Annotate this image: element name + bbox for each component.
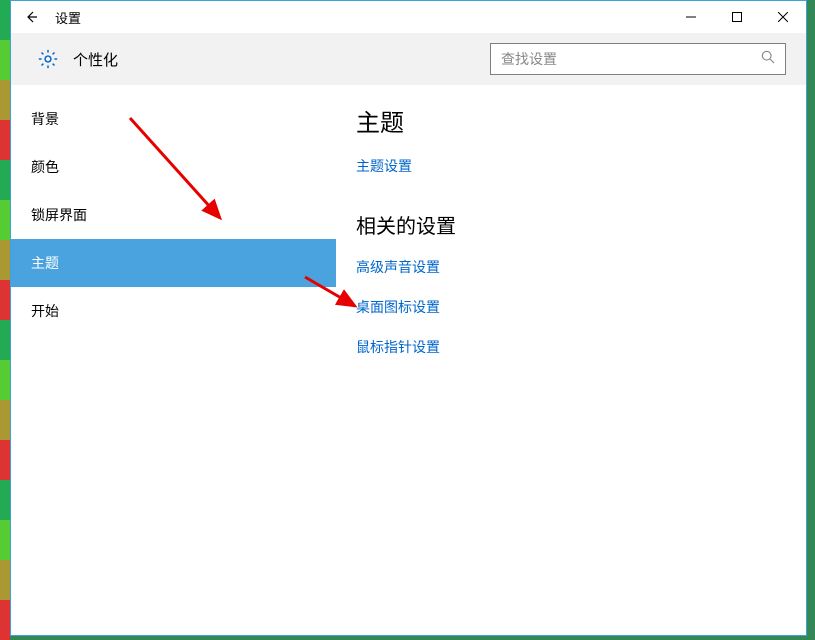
desktop-background-strip (0, 0, 10, 640)
close-button[interactable] (760, 1, 806, 33)
sidebar: 背景 颜色 锁屏界面 主题 开始 (11, 85, 336, 635)
settings-window: 设置 个性化 (10, 0, 807, 636)
sidebar-item-start[interactable]: 开始 (11, 287, 336, 335)
content-pane: 主题 主题设置 相关的设置 高级声音设置 桌面图标设置 鼠标指针设置 (336, 85, 806, 635)
window-title: 设置 (55, 8, 81, 27)
gear-icon (37, 48, 59, 70)
search-input[interactable] (501, 51, 761, 67)
related-link-mouse-pointer[interactable]: 鼠标指针设置 (356, 337, 786, 357)
sidebar-item-background[interactable]: 背景 (11, 95, 336, 143)
sidebar-item-colors[interactable]: 颜色 (11, 143, 336, 191)
arrow-left-icon (23, 9, 39, 25)
search-box[interactable] (490, 43, 786, 75)
minimize-icon (686, 12, 696, 22)
maximize-icon (732, 12, 742, 22)
sidebar-item-lockscreen[interactable]: 锁屏界面 (11, 191, 336, 239)
titlebar: 设置 (11, 1, 806, 33)
header-bar: 个性化 (11, 33, 806, 85)
section-title: 个性化 (73, 49, 118, 70)
window-body: 背景 颜色 锁屏界面 主题 开始 主题 主题设置 相关的设置 高级声音设置 桌面… (11, 85, 806, 635)
related-link-desktop-icons[interactable]: 桌面图标设置 (356, 297, 786, 317)
related-link-advanced-sound[interactable]: 高级声音设置 (356, 257, 786, 277)
content-heading: 主题 (356, 103, 786, 138)
theme-settings-link[interactable]: 主题设置 (356, 156, 786, 176)
related-settings-heading: 相关的设置 (356, 210, 786, 239)
window-controls (668, 1, 806, 33)
search-icon (761, 50, 775, 69)
close-icon (778, 12, 788, 22)
maximize-button[interactable] (714, 1, 760, 33)
sidebar-item-themes[interactable]: 主题 (11, 239, 336, 287)
minimize-button[interactable] (668, 1, 714, 33)
back-button[interactable] (11, 1, 51, 33)
